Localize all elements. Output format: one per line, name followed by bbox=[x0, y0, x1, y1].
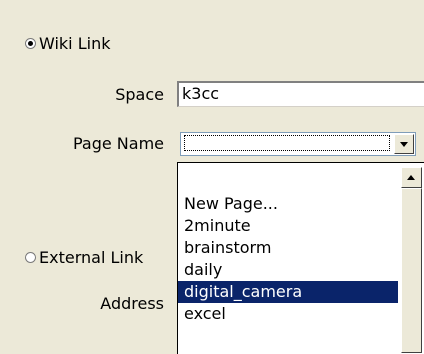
list-item-excel[interactable]: excel bbox=[178, 303, 398, 325]
external-link-label: External Link bbox=[39, 248, 144, 267]
chevron-down-icon bbox=[400, 142, 408, 147]
wiki-link-radio[interactable] bbox=[25, 38, 36, 49]
scroll-thumb[interactable] bbox=[401, 188, 422, 353]
external-link-radio[interactable] bbox=[25, 252, 36, 263]
radio-checked-dot bbox=[28, 41, 33, 46]
list-item-2minute[interactable]: 2minute bbox=[178, 215, 398, 237]
page-name-combobox[interactable] bbox=[180, 132, 416, 156]
chevron-up-icon bbox=[407, 175, 415, 180]
list-item-daily[interactable]: daily bbox=[178, 259, 398, 281]
page-name-dropdown-list[interactable]: New Page... 2minute brainstorm daily dig… bbox=[177, 162, 424, 354]
space-input[interactable]: k3cc bbox=[177, 81, 424, 107]
scroll-up-button[interactable] bbox=[401, 167, 422, 188]
page-name-label: Page Name bbox=[72, 134, 164, 153]
wiki-link-label: Wiki Link bbox=[39, 34, 111, 53]
list-item-digital-camera[interactable]: digital_camera bbox=[178, 281, 398, 303]
address-label: Address bbox=[100, 294, 164, 313]
dropdown-scrollbar[interactable] bbox=[401, 167, 422, 353]
dropdown-button[interactable] bbox=[394, 134, 414, 154]
space-label: Space bbox=[115, 85, 164, 104]
list-item-new-page[interactable]: New Page... bbox=[178, 193, 398, 215]
list-item-brainstorm[interactable]: brainstorm bbox=[178, 237, 398, 259]
page-name-value bbox=[184, 135, 390, 151]
